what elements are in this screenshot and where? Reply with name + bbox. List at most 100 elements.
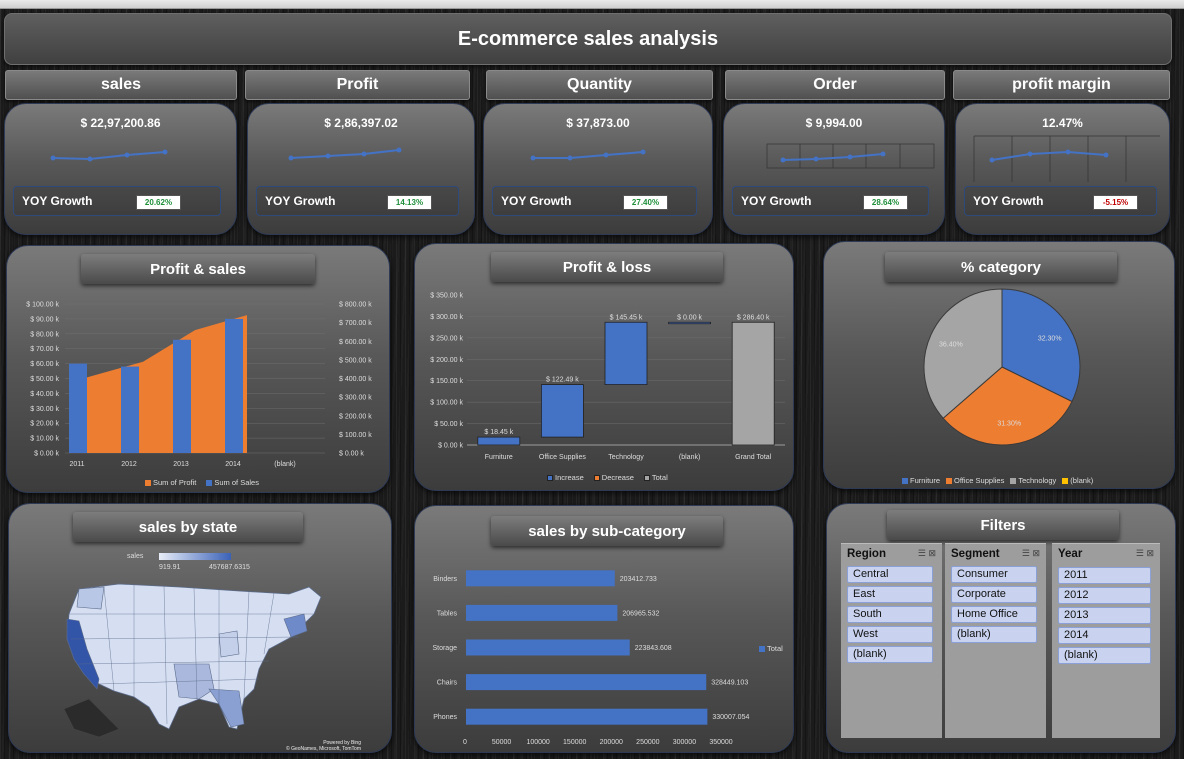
y2-tick-label: $ 400.00 k [339,376,372,383]
data-label: 206965.532 [622,610,659,617]
y-tick-label: $ 100.00 k [26,302,59,309]
legend-total: Total [643,473,668,482]
kpi-label-order: Order [725,70,945,100]
sales-sparkline [50,149,168,162]
x-tick-label: 300000 [673,739,696,746]
category-title: % category [885,252,1117,282]
sales-bar [121,366,139,453]
legend-profit: Sum of Profit [145,478,196,487]
y-tick-label: $ 40.00 k [30,391,59,398]
slicer-region-title: Region [847,548,886,560]
y-tick-label: $ 100.00 k [430,400,463,407]
y-tick-label: $ 150.00 k [430,378,463,385]
slicer-segment-title: Segment [951,548,1000,560]
y-tick-label: Binders [433,576,457,583]
legend-technology: Technology [1010,476,1056,485]
x-tick-label: (blank) [679,454,700,461]
data-label: $ 145.45 k [610,314,643,321]
y-tick-label: $ 0.00 k [34,451,59,458]
yoy-value-quantity: 27.40% [623,195,668,210]
y2-tick-label: $ 500.00 k [339,357,372,364]
subcat-chart: Binders 203412.733 Tables 206965.532 Storage… [432,570,749,746]
slicer-item[interactable]: Home Office [951,606,1037,623]
x-tick-label: Furniture [485,454,513,461]
pie-label: 36.40% [939,342,963,349]
slicer-item[interactable]: Central [847,566,933,583]
data-label: 328449.103 [711,680,748,687]
waterfall-bar [668,321,712,325]
data-label: $ 0.00 k [677,314,702,321]
slicer-item[interactable]: Corporate [951,586,1037,603]
kpi-value-quantity: $ 37,873.00 [566,116,630,130]
data-label: 330007.054 [712,714,749,721]
kpi-value-profit-margin: 12.47% [1042,116,1083,130]
y-tick-label: $ 90.00 k [30,316,59,323]
slicer-year-title: Year [1058,548,1083,560]
slicer-item[interactable]: (blank) [951,626,1037,643]
profit-sales-chart: $ 0.00 k $ 10.00 k $ 20.00 k $ 30.00 k $ 40.… [26,302,372,469]
profit-loss-title: Profit & loss [491,252,723,282]
kpi-label-sales: sales [5,70,237,100]
x-tick-label: 2014 [225,461,241,468]
sales-bar [225,318,243,453]
pie-label: 32.30% [1038,335,1062,342]
x-tick-label: Office Supplies [539,454,586,461]
waterfall-bar [541,384,584,438]
subcat-bar [466,639,630,656]
legend-decrease: Decrease [593,473,634,482]
slicer-item[interactable]: (blank) [847,646,933,663]
slicer-item[interactable]: West [847,626,933,643]
slicer-item[interactable]: 2012 [1058,587,1151,604]
data-label: $ 18.45 k [484,429,513,436]
slicer-item[interactable]: 2014 [1058,627,1151,644]
x-tick-label: 200000 [600,739,623,746]
x-tick-label: 250000 [636,739,659,746]
slicer-item[interactable]: 2013 [1058,607,1151,624]
window-top-strip [0,0,1184,9]
clear-filter-icon[interactable]: ☰ ⊠ [1136,548,1154,559]
yoy-label: YOY Growth [973,194,1044,208]
yoy-value-profit: 14.13% [387,195,432,210]
yoy-growth-quantity: YOY Growth 27.40% [492,186,697,216]
yoy-value-profit-margin: -5.15% [1093,195,1138,210]
map-legend-max: 457687.6315 [209,564,250,571]
state-title: sales by state [73,512,303,542]
data-label: $ 122.49 k [546,377,579,384]
x-tick-label: Grand Total [735,454,772,461]
yoy-label: YOY Growth [741,194,812,208]
slicer-item[interactable]: Consumer [951,566,1037,583]
x-tick-label: 2013 [173,461,189,468]
y-tick-label: $ 80.00 k [30,331,59,338]
slicer-item[interactable]: East [847,586,933,603]
y-tick-label: $ 300.00 k [430,314,463,321]
y-tick-label: Tables [437,610,458,617]
slicer-item[interactable]: (blank) [1058,647,1151,664]
x-tick-label: 150000 [563,739,586,746]
profit-sales-legend: Sum of Profit Sum of Sales [145,478,259,487]
profit-area [83,315,247,453]
profit-sparkline [288,147,402,161]
profit-sales-title: Profit & sales [81,254,315,284]
map-legend-min: 919.91 [159,564,181,571]
map-attribution-geo: © GeoNames, Microsoft, TomTom [286,746,361,752]
kpi-card-profit-margin: 12.47% YOY Growth -5.15% [955,103,1170,235]
yoy-growth-profit-margin: YOY Growth -5.15% [964,186,1157,216]
slicer-item[interactable]: 2011 [1058,567,1151,584]
profit-loss-chart: $ 0.00 k $ 50.00 k $ 100.00 k $ 150.00 k $ 2… [430,293,785,461]
y2-tick-label: $ 100.00 k [339,432,372,439]
subcat-bar [466,604,618,621]
clear-filter-icon[interactable]: ☰ ⊠ [918,548,936,559]
slicer-year: Year ☰ ⊠ 2011 2012 2013 2014 (blank) [1052,543,1160,738]
x-tick-label: 0 [463,739,467,746]
kpi-label-profit-margin: profit margin [953,70,1170,100]
pie-label: 31.30% [997,421,1021,428]
clear-filter-icon[interactable]: ☰ ⊠ [1022,548,1040,559]
legend-office-supplies: Office Supplies [946,476,1004,485]
sales-bar [173,339,191,453]
slicer-item[interactable]: South [847,606,933,623]
x-tick-label: 350000 [709,739,732,746]
x-tick-label: 50000 [492,739,512,746]
kpi-value-order: $ 9,994.00 [805,116,863,130]
sales-bar [69,363,87,453]
legend-blank: (blank) [1062,476,1093,485]
